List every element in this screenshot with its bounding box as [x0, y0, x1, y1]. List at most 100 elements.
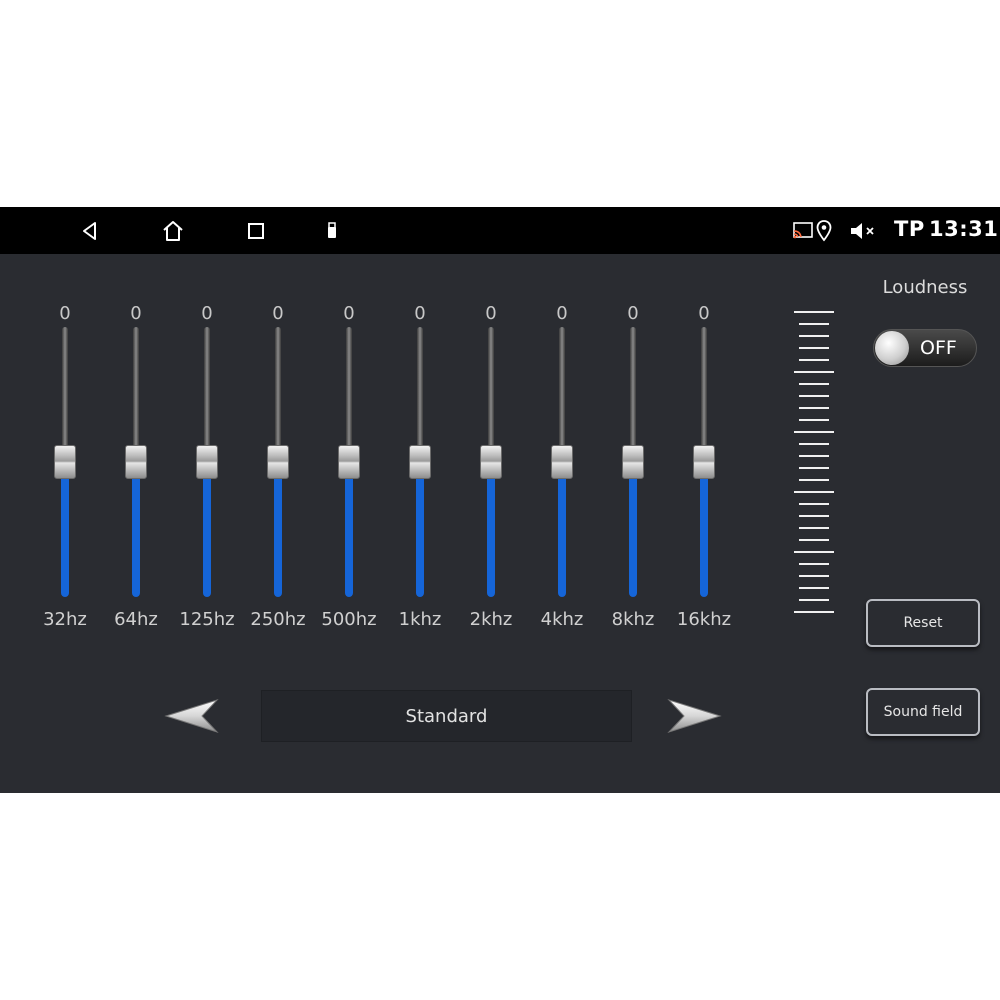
- band-frequency-label: 64hz: [114, 609, 158, 630]
- home-button[interactable]: [157, 216, 189, 246]
- scale-tick: [799, 419, 829, 421]
- recents-icon: [248, 223, 264, 239]
- arrow-left-icon: [164, 698, 219, 734]
- eq-band: 0 4khz: [532, 303, 592, 633]
- scale-tick: [799, 455, 829, 457]
- band-value: 0: [130, 303, 142, 324]
- scale-tick: [799, 323, 829, 325]
- eq-band: 0 16khz: [674, 303, 734, 633]
- slider-knob[interactable]: [409, 445, 431, 479]
- slider-track-upper[interactable]: [133, 327, 139, 462]
- eq-band: 0 32hz: [35, 303, 95, 633]
- location-status: [815, 219, 833, 243]
- band-frequency-label: 32hz: [43, 609, 87, 630]
- band-value: 0: [698, 303, 710, 324]
- scale-tick: [799, 599, 829, 601]
- volume-status: [849, 219, 877, 243]
- slider-knob[interactable]: [338, 445, 360, 479]
- volume-muted-icon: [851, 223, 874, 239]
- slider-knob[interactable]: [693, 445, 715, 479]
- band-value: 0: [201, 303, 213, 324]
- carrier-label: TP: [894, 217, 925, 241]
- location-icon: [816, 220, 832, 242]
- scale-tick: [799, 335, 829, 337]
- eq-band: 0 8khz: [603, 303, 663, 633]
- loudness-toggle[interactable]: OFF: [873, 329, 977, 367]
- slider-track-upper[interactable]: [701, 327, 707, 462]
- scale-tick: [794, 371, 834, 373]
- slider-track-filled[interactable]: [345, 462, 353, 597]
- slider-track-upper[interactable]: [559, 327, 565, 462]
- next-preset-button[interactable]: [666, 696, 722, 736]
- eq-band: 0 1khz: [390, 303, 450, 633]
- cast-status: [792, 219, 814, 243]
- band-frequency-label: 8khz: [611, 609, 655, 630]
- slider-knob[interactable]: [196, 445, 218, 479]
- slider-track-filled[interactable]: [629, 462, 637, 597]
- band-frequency-label: 250hz: [250, 609, 306, 630]
- scale-tick: [794, 551, 834, 553]
- eq-band: 0 500hz: [319, 303, 379, 633]
- scale-tick: [799, 479, 829, 481]
- scale-tick: [799, 503, 829, 505]
- slider-track-filled[interactable]: [132, 462, 140, 597]
- preset-name: Standard: [261, 690, 632, 742]
- slider-track-filled[interactable]: [700, 462, 708, 597]
- scale-tick: [799, 359, 829, 361]
- status-bar: TP 13:31: [0, 207, 1000, 254]
- home-icon: [163, 221, 183, 241]
- band-value: 0: [59, 303, 71, 324]
- slider-track-upper[interactable]: [417, 327, 423, 462]
- band-frequency-label: 500hz: [321, 609, 377, 630]
- scale-tick: [799, 383, 829, 385]
- band-value: 0: [556, 303, 568, 324]
- arrow-right-icon: [667, 698, 722, 734]
- slider-track-upper[interactable]: [275, 327, 281, 462]
- slider-knob[interactable]: [267, 445, 289, 479]
- slider-track-filled[interactable]: [416, 462, 424, 597]
- eq-band: 0 125hz: [177, 303, 237, 633]
- scale-tick: [799, 575, 829, 577]
- recents-button[interactable]: [240, 216, 272, 246]
- scale-tick: [799, 563, 829, 565]
- slider-track-upper[interactable]: [62, 327, 68, 462]
- equalizer-screen: TP 13:31 0 32hz 0 64hz 0 125hz 0 250hz 0 500hz 0 1k…: [0, 207, 1000, 793]
- reset-button[interactable]: Reset: [866, 599, 980, 647]
- slider-track-filled[interactable]: [61, 462, 69, 597]
- back-button[interactable]: [74, 216, 106, 246]
- scale-tick: [794, 491, 834, 493]
- scale-tick: [799, 527, 829, 529]
- band-frequency-label: 1khz: [398, 609, 442, 630]
- toggle-state-label: OFF: [920, 337, 957, 359]
- usb-icon: [328, 222, 336, 238]
- band-frequency-label: 125hz: [179, 609, 235, 630]
- slider-track-upper[interactable]: [488, 327, 494, 462]
- slider-knob[interactable]: [480, 445, 502, 479]
- slider-track-upper[interactable]: [346, 327, 352, 462]
- scale-tick: [799, 443, 829, 445]
- slider-track-filled[interactable]: [487, 462, 495, 597]
- slider-track-filled[interactable]: [203, 462, 211, 597]
- band-value: 0: [485, 303, 497, 324]
- slider-track-upper[interactable]: [630, 327, 636, 462]
- scale-tick: [799, 587, 829, 589]
- slider-knob[interactable]: [622, 445, 644, 479]
- eq-band: 0 250hz: [248, 303, 308, 633]
- loudness-label: Loudness: [882, 277, 968, 298]
- scale-tick: [794, 611, 834, 613]
- scale-tick: [794, 311, 834, 313]
- slider-track-filled[interactable]: [274, 462, 282, 597]
- band-value: 0: [414, 303, 426, 324]
- slider-knob[interactable]: [125, 445, 147, 479]
- slider-track-upper[interactable]: [204, 327, 210, 462]
- slider-knob[interactable]: [551, 445, 573, 479]
- slider-track-filled[interactable]: [558, 462, 566, 597]
- band-value: 0: [627, 303, 639, 324]
- scale-tick: [799, 347, 829, 349]
- previous-preset-button[interactable]: [164, 696, 220, 736]
- band-frequency-label: 4khz: [540, 609, 584, 630]
- eq-band: 0 64hz: [106, 303, 166, 633]
- scale-tick: [794, 431, 834, 433]
- sound-field-button[interactable]: Sound field: [866, 688, 980, 736]
- slider-knob[interactable]: [54, 445, 76, 479]
